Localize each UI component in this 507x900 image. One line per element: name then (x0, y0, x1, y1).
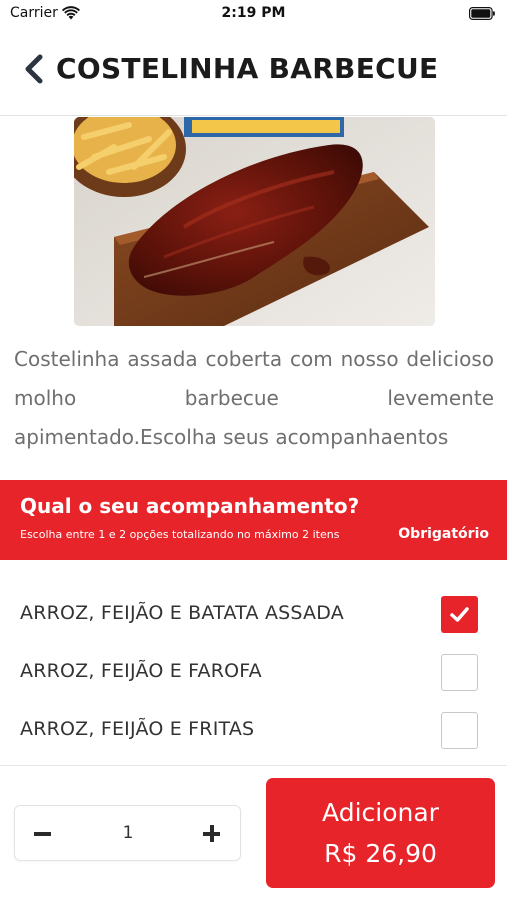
check-icon (450, 607, 469, 622)
option-label: ARROZ, FEIJÃO E FRITAS (20, 718, 255, 740)
option-label: ARROZ, FEIJÃO E FAROFA (20, 660, 262, 682)
add-button-label: Adicionar (322, 798, 439, 827)
status-bar: Carrier 2:19 PM (0, 0, 507, 28)
option-item[interactable]: ARROZ, FEIJÃO E FAROFA (0, 645, 507, 703)
add-to-cart-button[interactable]: Adicionar R$ 26,90 (266, 778, 495, 888)
minus-icon[interactable] (29, 820, 57, 848)
back-button[interactable] (18, 52, 50, 86)
food-photo (74, 117, 435, 326)
required-badge: Obrigatório (398, 526, 489, 542)
nav-bar: COSTELINHA BARBECUE (0, 40, 507, 104)
battery-icon (469, 7, 495, 20)
quantity-value: 1 (122, 823, 134, 843)
quantity-stepper: 1 (14, 805, 241, 861)
product-image (74, 117, 435, 326)
section-header: Qual o seu acompanhamento? Escolha entre… (0, 480, 507, 560)
section-subtitle: Escolha entre 1 e 2 opções totalizando n… (20, 528, 340, 541)
option-label: ARROZ, FEIJÃO E BATATA ASSADA (20, 602, 344, 624)
page-title: COSTELINHA BARBECUE (56, 52, 439, 85)
footer-divider (0, 765, 507, 766)
product-description: Costelinha assada coberta com nosso deli… (14, 347, 494, 449)
option-list: ARROZ, FEIJÃO E BATATA ASSADA ARROZ, FEI… (0, 587, 507, 761)
chevron-left-icon (25, 54, 43, 84)
option-checkbox[interactable] (441, 596, 478, 633)
option-item[interactable]: ARROZ, FEIJÃO E BATATA ASSADA (0, 587, 507, 645)
nav-divider (0, 115, 507, 116)
status-time: 2:19 PM (221, 5, 286, 21)
section-title: Qual o seu acompanhamento? (20, 494, 360, 518)
plus-icon[interactable] (198, 820, 226, 848)
option-checkbox[interactable] (441, 712, 478, 749)
option-item[interactable]: ARROZ, FEIJÃO E FRITAS (0, 703, 507, 761)
add-button-price: R$ 26,90 (324, 839, 437, 868)
option-checkbox[interactable] (441, 654, 478, 691)
